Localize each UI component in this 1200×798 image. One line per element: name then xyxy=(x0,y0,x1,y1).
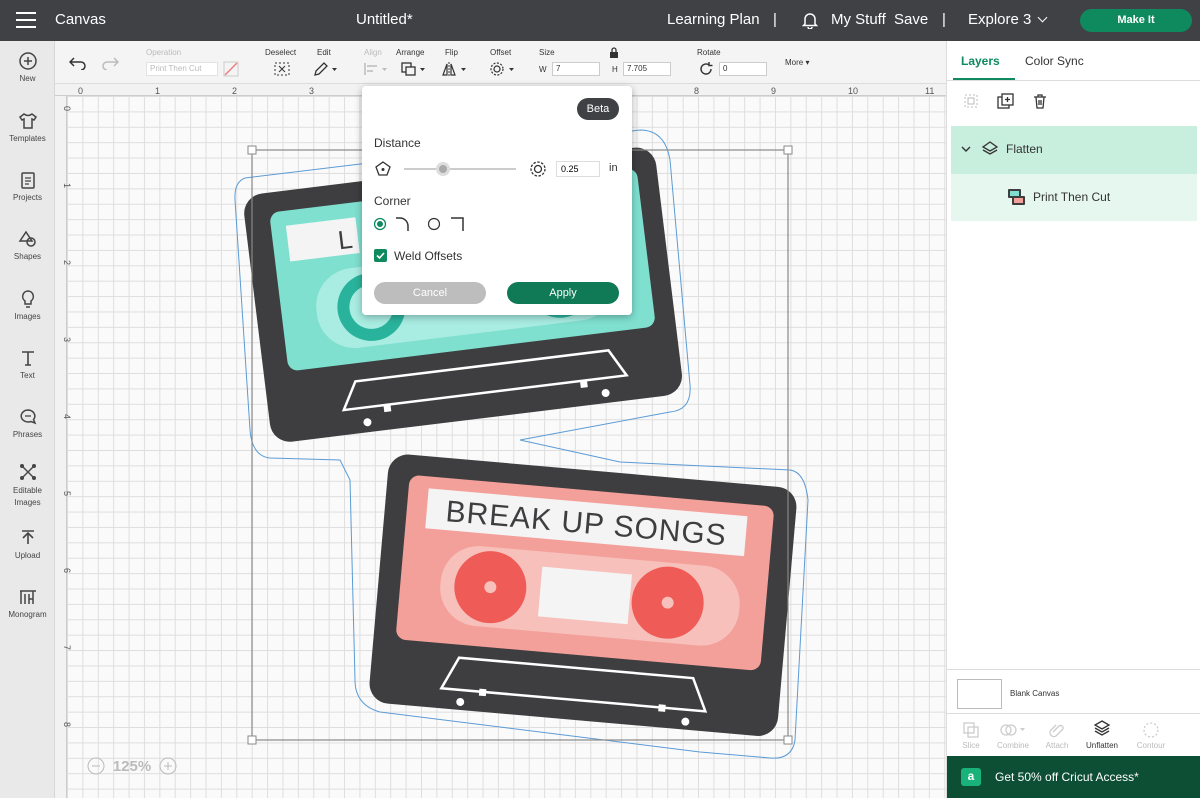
combine-icon[interactable] xyxy=(999,721,1029,739)
tab-color-sync[interactable]: Color Sync xyxy=(1025,54,1084,68)
gear-offset-icon[interactable] xyxy=(528,159,548,179)
ruler-left-tick-label: 1 xyxy=(62,183,72,188)
make-it-button[interactable]: Make It xyxy=(1080,9,1192,32)
weld-checkbox[interactable] xyxy=(374,249,387,262)
group-icon[interactable] xyxy=(963,93,979,109)
distance-label: Distance xyxy=(374,136,421,150)
layer-thumbnail xyxy=(1008,189,1025,205)
ruler-top-tick-label: 0 xyxy=(78,86,83,96)
ruler-top-tick-label: 1 xyxy=(155,86,160,96)
attach-label: Attach xyxy=(1045,741,1069,750)
cricut-access-logo-icon: a xyxy=(961,768,981,786)
ruler-left-tick-label: 5 xyxy=(62,491,72,496)
layer-group-label: Flatten xyxy=(1006,142,1043,156)
tab-layers[interactable]: Layers xyxy=(961,54,1000,68)
distance-input[interactable] xyxy=(556,161,600,177)
layer-print-then-cut[interactable]: Print Then Cut xyxy=(951,174,1197,221)
cricut-access-promo[interactable]: a Get 50% off Cricut Access* xyxy=(947,756,1200,798)
distance-slider-thumb[interactable] xyxy=(436,162,451,176)
ruler-top-tick-label: 10 xyxy=(848,86,858,96)
weld-offsets-label: Weld Offsets xyxy=(394,249,463,263)
unit-label: in xyxy=(609,162,618,174)
layer-group-flatten[interactable]: Flatten xyxy=(951,126,1197,174)
pentagon-small-icon[interactable] xyxy=(374,160,392,178)
chevron-down-icon xyxy=(1037,12,1048,23)
divider xyxy=(947,713,1200,714)
cancel-button[interactable]: Cancel xyxy=(374,282,486,304)
chevron-down-icon[interactable] xyxy=(961,144,971,154)
ruler-top-tick-label: 3 xyxy=(309,86,314,96)
offset-popup: Beta Distance in Corner Weld Offsets Can… xyxy=(362,86,632,315)
ruler-left-tick-label: 6 xyxy=(62,568,72,573)
unflatten-icon[interactable] xyxy=(1093,719,1111,737)
divider xyxy=(947,669,1200,670)
flatten-layers-icon xyxy=(981,141,999,155)
apply-button[interactable]: Apply xyxy=(507,282,619,304)
ruler-top-tick-label: 9 xyxy=(771,86,776,96)
slice-label: Slice xyxy=(962,741,980,750)
corner-label: Corner xyxy=(374,194,411,208)
machine-label: Explore 3 xyxy=(968,11,1032,28)
contour-icon[interactable] xyxy=(1142,721,1160,739)
zoom-level: 125% xyxy=(113,758,151,775)
cassette-bottom: BREAK UP SONGS xyxy=(369,454,797,736)
duplicate-icon[interactable] xyxy=(997,93,1015,109)
blank-canvas-swatch[interactable] xyxy=(957,679,1002,709)
blank-canvas-label: Blank Canvas xyxy=(1010,689,1060,698)
layer-label: Print Then Cut xyxy=(1033,190,1111,204)
trash-icon[interactable] xyxy=(1032,93,1048,109)
machine-select[interactable]: Explore 3 xyxy=(968,11,1048,28)
ruler-left-tick-label: 8 xyxy=(62,722,72,727)
divider xyxy=(947,80,1200,81)
layers-panel: Layers Color Sync Flatten Print Then Cut… xyxy=(946,41,1200,798)
ruler-top-tick-label: 2 xyxy=(232,86,237,96)
ruler-left-tick-label: 4 xyxy=(62,414,72,419)
promo-text: Get 50% off Cricut Access* xyxy=(995,770,1139,784)
corner-rounded-option[interactable] xyxy=(374,216,414,232)
slice-icon[interactable] xyxy=(962,721,980,739)
zoom-control: 125% xyxy=(87,757,177,775)
ruler-left-tick-label: 0 xyxy=(62,106,72,111)
checkmark-icon xyxy=(376,252,385,260)
ruler-left-numbers: 0123456789 xyxy=(62,106,72,727)
contour-label: Contour xyxy=(1136,741,1166,750)
corner-sharp-option[interactable] xyxy=(427,216,467,232)
ruler-left-tick-label: 7 xyxy=(62,645,72,650)
unflatten-label: Unflatten xyxy=(1085,741,1119,750)
distance-slider-track[interactable] xyxy=(404,168,516,170)
attach-icon[interactable] xyxy=(1048,721,1066,739)
beta-badge: Beta xyxy=(577,98,619,120)
ruler-top-tick-label: 11 xyxy=(925,86,934,96)
ruler-left-tick-label: 3 xyxy=(62,337,72,342)
ruler-top-tick-label: 8 xyxy=(694,86,699,96)
combine-label: Combine xyxy=(996,741,1029,750)
ruler-left-tick-label: 2 xyxy=(62,260,72,265)
